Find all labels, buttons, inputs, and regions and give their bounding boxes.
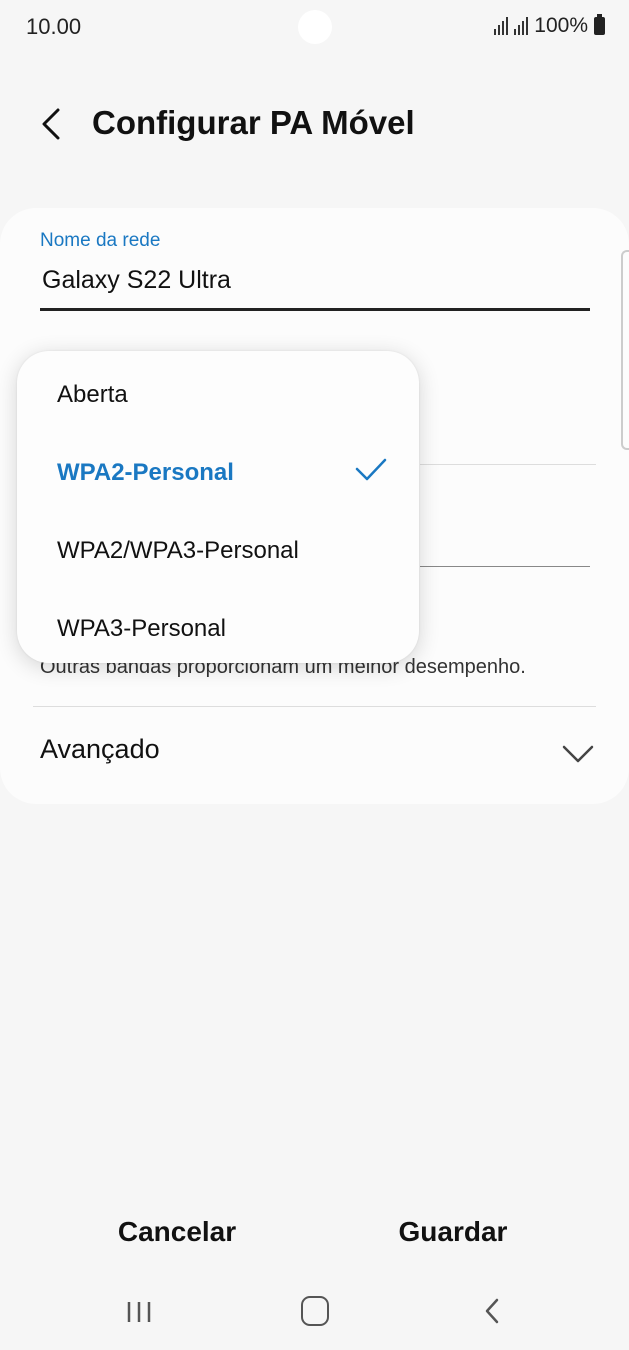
chevron-down-icon xyxy=(562,745,594,763)
option-label: WPA3-Personal xyxy=(57,615,226,642)
status-time: 10.00 xyxy=(26,14,82,39)
status-indicators: 100% xyxy=(494,14,605,38)
divider xyxy=(33,706,596,707)
password-underline xyxy=(420,566,590,567)
check-icon xyxy=(355,458,387,481)
dropdown-option-wpa2-personal[interactable]: WPA2-Personal xyxy=(17,433,419,511)
option-label: WPA2-Personal xyxy=(57,459,234,486)
network-name-underline xyxy=(40,308,590,311)
page-title: Configurar PA Móvel xyxy=(92,104,415,141)
camera-cutout xyxy=(298,10,332,44)
network-name-input[interactable]: Galaxy S22 Ultra xyxy=(42,266,231,295)
advanced-label: Avançado xyxy=(40,734,160,764)
divider xyxy=(420,464,596,465)
signal-icon xyxy=(494,17,509,35)
navigation-bar xyxy=(0,1280,629,1350)
signal-icon-2 xyxy=(514,17,529,35)
battery-percentage: 100% xyxy=(534,14,588,37)
back-nav-icon[interactable] xyxy=(480,1296,504,1326)
advanced-row[interactable]: Avançado xyxy=(0,716,629,786)
dropdown-option-aberta[interactable]: Aberta xyxy=(17,355,419,433)
home-icon[interactable] xyxy=(301,1296,329,1326)
save-button[interactable]: Guardar xyxy=(333,1200,573,1264)
bottom-actions: Cancelar Guardar xyxy=(0,1200,629,1270)
dropdown-option-wpa2-wpa3-personal[interactable]: WPA2/WPA3-Personal xyxy=(17,511,419,589)
scroll-indicator xyxy=(621,250,629,450)
cancel-button[interactable]: Cancelar xyxy=(57,1200,297,1264)
security-dropdown: Aberta WPA2-Personal WPA2/WPA3-Personal … xyxy=(17,351,419,663)
app-header: Configurar PA Móvel xyxy=(0,92,629,162)
option-label: Aberta xyxy=(57,381,128,408)
chevron-left-icon[interactable] xyxy=(34,102,74,146)
battery-icon xyxy=(594,14,605,35)
recent-apps-icon[interactable] xyxy=(124,1298,154,1326)
network-name-label: Nome da rede xyxy=(40,230,161,251)
status-bar: 10.00 100% xyxy=(0,0,629,56)
dropdown-option-wpa3-personal[interactable]: WPA3-Personal xyxy=(17,589,419,667)
option-label: WPA2/WPA3-Personal xyxy=(57,537,299,564)
